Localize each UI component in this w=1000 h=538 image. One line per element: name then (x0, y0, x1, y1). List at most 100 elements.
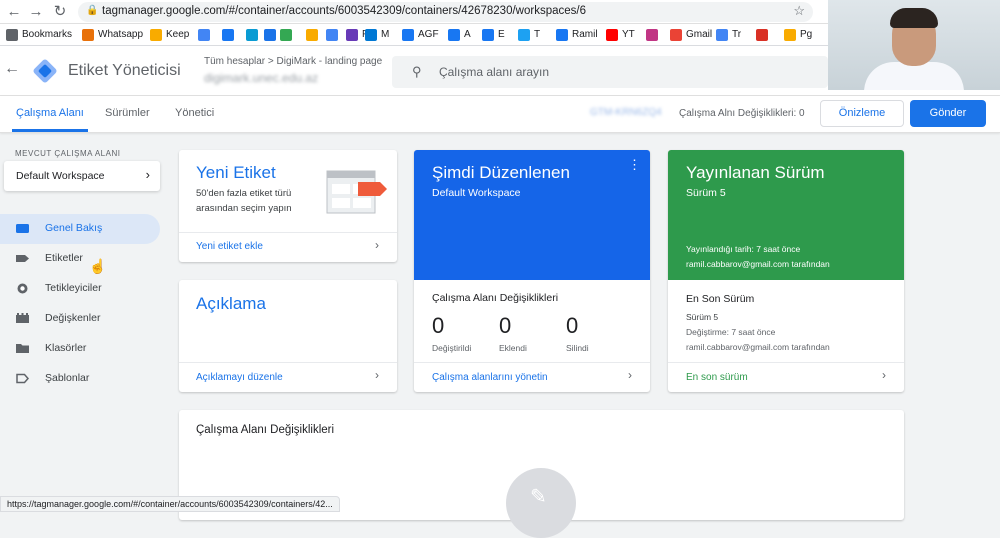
bookmark-label: Gmail (686, 29, 713, 40)
sidebar-item-overview[interactable]: Genel Bakış (0, 214, 160, 244)
workspace-selector[interactable]: Default Workspace › (4, 161, 160, 191)
calendar-icon (264, 29, 276, 41)
sidebar-item-triggers[interactable]: Tetikleyiciler (0, 274, 160, 304)
bookmark-22[interactable]: Pg (784, 27, 812, 43)
keep-icon (150, 29, 162, 41)
bookmark-label: YT (622, 29, 635, 40)
bookmark-label: T (534, 29, 541, 40)
bookmark-7[interactable] (280, 27, 296, 43)
overview-icon (16, 224, 29, 233)
bookmark-label: A (464, 29, 471, 40)
latest-version-link[interactable]: En son sürüm (686, 372, 748, 383)
tab-admin[interactable]: Yönetici (175, 107, 214, 119)
manage-workspaces-link[interactable]: Çalışma alanlarını yönetin (432, 372, 548, 383)
add-new-tag-link[interactable]: Yeni etiket ekle (196, 241, 263, 252)
bookmark-1[interactable]: Whatsapp (82, 27, 143, 43)
sidebar-item-variables[interactable]: Değişkenler (0, 304, 160, 334)
chevron-right-icon[interactable]: › (375, 368, 379, 382)
sidebar-item-label: Değişkenler (45, 312, 101, 324)
bookmark-star-icon[interactable]: ☆ (793, 3, 805, 19)
bookmark-8[interactable] (306, 27, 322, 43)
more-vert-icon[interactable]: ⋮ (628, 158, 641, 171)
forward-icon[interactable]: → (26, 2, 46, 22)
modified-label: Değiştirildi (432, 343, 472, 353)
bookmark-label: Tr (732, 29, 742, 40)
latest-version-title: En Son Sürüm (686, 293, 755, 305)
tag-illustration-icon (326, 170, 387, 214)
card-title: Şimdi Düzenlenen (432, 163, 570, 182)
now-editing-card: Şimdi Düzenlenen Default Workspace ⋮ Çal… (414, 150, 650, 392)
preview-button[interactable]: Önizleme (820, 100, 904, 127)
tab-workspace[interactable]: Çalışma Alanı (16, 107, 84, 119)
lock-icon: 🔒 (86, 5, 99, 16)
deleted-count: 0 (566, 313, 579, 338)
bookmark-label: AGF (418, 29, 439, 40)
bookmark-16[interactable]: Ramil (556, 27, 598, 43)
chevron-right-icon[interactable]: › (375, 238, 379, 252)
bookmark-13[interactable]: A (448, 27, 471, 43)
gtm-icon (326, 29, 338, 41)
bookmark-21[interactable] (756, 27, 772, 43)
description-card[interactable]: Açıklama Açıklamayı düzenle › (179, 280, 397, 392)
bookmark-label: Pg (800, 29, 813, 40)
bookmark-9[interactable] (326, 27, 342, 43)
app-title: Etiket Yöneticisi (68, 62, 181, 79)
deleted-label: Silindi (566, 343, 589, 353)
new-tag-card[interactable]: Yeni Etiket 50'den fazla etiket türü ara… (179, 150, 397, 262)
breadcrumb-accounts[interactable]: Tüm hesaplar (204, 56, 265, 67)
translate-icon (716, 29, 728, 41)
workspace-changes-count: Çalışma Alnı Değişiklikleri: 0 (679, 108, 805, 119)
submit-button[interactable]: Gönder (910, 100, 986, 127)
bookmark-label: M (381, 29, 390, 40)
container-id: GTM-KRN6ZQ4 (590, 107, 662, 118)
bookmark-20[interactable]: Tr (716, 27, 741, 43)
facebook-icon (556, 29, 568, 41)
bookmark-label: Bookmarks (22, 29, 73, 40)
youtube-icon (606, 29, 618, 41)
container-name[interactable]: digimark.unec.edu.az (204, 71, 318, 85)
sidebar-item-templates[interactable]: Şablonlar (0, 364, 160, 394)
card-subtitle: Sürüm 5 (686, 187, 726, 199)
cursor-hand-icon: ☝ (89, 258, 107, 274)
bookmark-14[interactable]: E (482, 27, 505, 43)
bookmark-5[interactable] (246, 27, 262, 43)
bookmark-18[interactable] (646, 27, 662, 43)
card-subtitle: Default Workspace (432, 187, 521, 199)
chevron-right-icon[interactable]: › (628, 368, 632, 382)
back-arrow-icon[interactable]: ← (4, 60, 20, 78)
search-input[interactable]: Çalışma alanı arayın (439, 65, 549, 79)
facebook-icon (482, 29, 494, 41)
bookmark-3[interactable] (198, 27, 214, 43)
bookmark-label: Ramil (572, 29, 598, 40)
active-tab-indicator (12, 129, 88, 132)
variables-icon (16, 313, 29, 323)
facebook-icon (402, 29, 414, 41)
latest-version-modified: Değiştirme: 7 saat önce (686, 327, 776, 337)
breadcrumb: Tüm hesaplar > DigiMark - landing page (204, 56, 382, 67)
bookmark-2[interactable]: Keep (150, 27, 189, 43)
breadcrumb-account[interactable]: DigiMark - landing page (277, 56, 383, 67)
breadcrumb-separator: > (267, 56, 274, 67)
bookmark-19[interactable]: Gmail (670, 27, 712, 43)
status-bar-url: https://tagmanager.google.com/#/containe… (0, 496, 340, 512)
bookmark-11[interactable]: M (365, 27, 389, 43)
bookmark-4[interactable] (222, 27, 238, 43)
bookmark-17[interactable]: YT (606, 27, 635, 43)
edit-button[interactable]: ✎ (506, 468, 576, 538)
search-box[interactable]: ⚲ Çalışma alanı arayın (392, 56, 828, 88)
sidebar-item-folders[interactable]: Klasörler (0, 334, 160, 364)
address-bar[interactable]: 🔒 tagmanager.google.com/#/container/acco… (78, 2, 813, 22)
bookmark-label: Keep (166, 29, 190, 40)
sidebar-item-tags[interactable]: Etiketler ☝ (0, 244, 160, 274)
bookmark-12[interactable]: AGF (402, 27, 439, 43)
bookmark-0[interactable]: Bookmarks (6, 27, 72, 43)
edit-description-link[interactable]: Açıklamayı düzenle (196, 372, 283, 383)
latest-version-number: Sürüm 5 (686, 312, 719, 322)
reload-icon[interactable]: ↻ (50, 2, 70, 22)
tab-versions[interactable]: Sürümler (105, 107, 150, 119)
bookmark-15[interactable]: T (518, 27, 540, 43)
card-description: arasından seçim yapın (196, 203, 292, 214)
back-icon[interactable]: ← (4, 2, 24, 22)
chevron-right-icon[interactable]: › (882, 368, 886, 382)
pencil-icon: ✎ (530, 486, 547, 508)
